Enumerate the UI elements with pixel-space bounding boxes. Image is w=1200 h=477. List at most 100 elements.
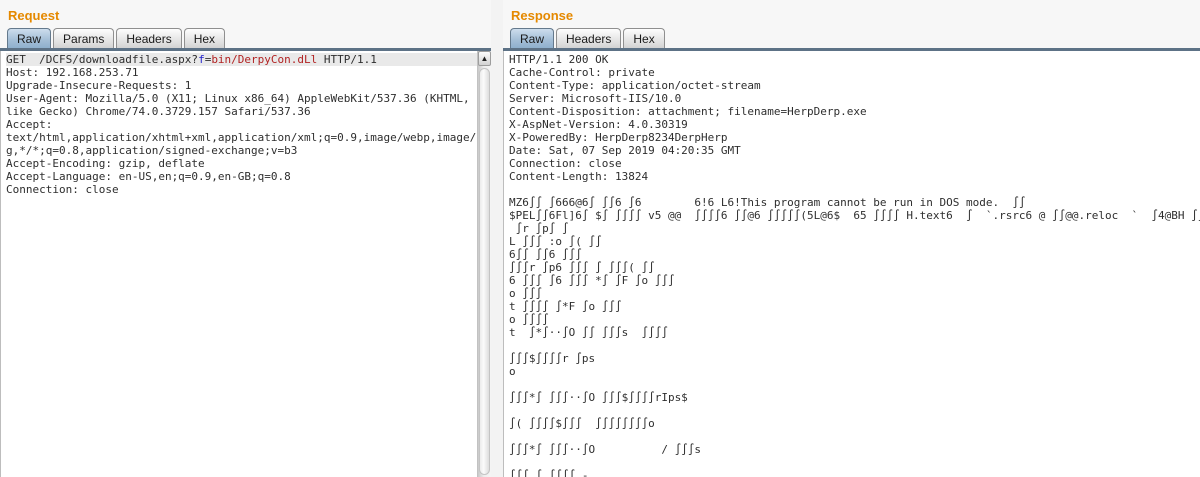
response-raw-text[interactable]: HTTP/1.1 200 OKCache-Control: privateCon…: [503, 51, 1200, 477]
text-segment: X-PoweredBy: HerpDerp8234DerpHerp: [509, 131, 728, 144]
text-segment: Host: 192.168.253.71: [6, 66, 138, 79]
text-line: Date: Sat, 07 Sep 2019 04:20:35 GMT: [509, 144, 1200, 157]
http-message-viewer: Request RawParamsHeadersHex GET /DCFS/do…: [0, 0, 1200, 477]
text-line: Content-Length: 13824: [509, 170, 1200, 183]
text-line: [509, 404, 1200, 417]
text-line: HTTP/1.1 200 OK: [509, 53, 1200, 66]
text-segment: o ∫∫∫∫: [509, 313, 549, 326]
text-line: [509, 456, 1200, 469]
text-line: GET /DCFS/downloadfile.aspx?f=bin/DerpyC…: [6, 53, 477, 66]
text-segment: GET /DCFS/downloadfile.aspx?: [6, 53, 198, 66]
text-segment: HTTP/1.1: [317, 53, 377, 66]
text-line: ∫∫∫r ∫p6 ∫∫∫ ∫ ∫∫∫( ∫∫: [509, 261, 1200, 274]
text-segment: ∫( ∫∫∫∫$∫∫∫ ∫∫∫∫∫∫∫∫o: [509, 417, 655, 430]
tab-hex[interactable]: Hex: [184, 28, 225, 48]
response-editor-row: HTTP/1.1 200 OKCache-Control: privateCon…: [503, 51, 1200, 477]
text-line: Connection: close: [509, 157, 1200, 170]
request-tabbar: RawParamsHeadersHex: [0, 26, 491, 48]
response-panel-title: Response: [503, 0, 1200, 26]
text-segment: o: [509, 365, 516, 378]
text-segment: Content-Type: application/octet-stream: [509, 79, 761, 92]
text-line: $PEL∫∫6Fl]6∫ $∫ ∫∫∫∫ v5 @@ ∫∫∫∫6 ∫∫@6 ∫∫…: [509, 209, 1200, 222]
text-segment: 6 ∫∫∫ ∫6 ∫∫∫ *∫ ∫F ∫o ∫∫∫: [509, 274, 675, 287]
text-line: text/html,application/xhtml+xml,applicat…: [6, 131, 477, 144]
text-segment: L ∫∫∫ :o ∫( ∫∫: [509, 235, 602, 248]
text-line: X-AspNet-Version: 4.0.30319: [509, 118, 1200, 131]
request-editor-row: GET /DCFS/downloadfile.aspx?f=bin/DerpyC…: [0, 51, 491, 477]
text-segment: Server: Microsoft-IIS/10.0: [509, 92, 681, 105]
text-segment: t ∫*∫··∫O ∫∫ ∫∫∫s ∫∫∫∫: [509, 326, 668, 339]
tab-params[interactable]: Params: [53, 28, 114, 48]
scrollbar-thumb[interactable]: [479, 68, 490, 475]
text-line: Accept:: [6, 118, 477, 131]
text-line: [509, 378, 1200, 391]
tab-raw[interactable]: Raw: [7, 28, 51, 48]
text-line: ∫∫∫*∫ ∫∫∫··∫O / ∫∫∫s: [509, 443, 1200, 456]
request-raw-text[interactable]: GET /DCFS/downloadfile.aspx?f=bin/DerpyC…: [0, 51, 477, 477]
text-line: Upgrade-Insecure-Requests: 1: [6, 79, 477, 92]
text-segment: Content-Disposition: attachment; filenam…: [509, 105, 867, 118]
text-line: like Gecko) Chrome/74.0.3729.157 Safari/…: [6, 105, 477, 118]
text-segment: Cache-Control: private: [509, 66, 655, 79]
text-segment: HTTP/1.1 200 OK: [509, 53, 608, 66]
text-segment: ∫r ∫p∫ ∫: [509, 222, 569, 235]
text-line: ∫∫∫*∫ ∫∫∫··∫O ∫∫∫$∫∫∫∫rIps$: [509, 391, 1200, 404]
tab-headers[interactable]: Headers: [116, 28, 181, 48]
text-line: Host: 192.168.253.71: [6, 66, 477, 79]
text-segment: ∫∫∫$∫∫∫∫r ∫ps: [509, 352, 595, 365]
text-segment: ∫∫∫*∫ ∫∫∫··∫O / ∫∫∫s: [509, 443, 701, 456]
text-segment: text/html,application/xhtml+xml,applicat…: [6, 131, 477, 144]
scroll-up-button[interactable]: ▲: [478, 51, 491, 66]
text-line: User-Agent: Mozilla/5.0 (X11; Linux x86_…: [6, 92, 477, 105]
text-line: 6 ∫∫∫ ∫6 ∫∫∫ *∫ ∫F ∫o ∫∫∫: [509, 274, 1200, 287]
text-line: o ∫∫∫: [509, 287, 1200, 300]
text-line: [509, 430, 1200, 443]
text-segment: Content-Length: 13824: [509, 170, 648, 183]
text-segment: User-Agent: Mozilla/5.0 (X11; Linux x86_…: [6, 92, 470, 105]
up-arrow-icon: ▲: [481, 54, 489, 63]
scrollbar-track[interactable]: [478, 66, 491, 477]
text-line: Accept-Encoding: gzip, deflate: [6, 157, 477, 170]
text-segment: t ∫∫∫∫ ∫*F ∫o ∫∫∫: [509, 300, 622, 313]
text-segment: Accept-Language: en-US,en;q=0.9,en-GB;q=…: [6, 170, 291, 183]
request-panel-title: Request: [0, 0, 491, 26]
text-line: o ∫∫∫∫: [509, 313, 1200, 326]
text-line: Content-Type: application/octet-stream: [509, 79, 1200, 92]
panel-divider: [491, 0, 503, 477]
text-line: o: [509, 365, 1200, 378]
text-segment: ∫∫∫ ∫ ∫∫∫∫ -: [509, 469, 588, 477]
text-segment: $PEL∫∫6Fl]6∫ $∫ ∫∫∫∫ v5 @@ ∫∫∫∫6 ∫∫@6 ∫∫…: [509, 209, 1200, 222]
request-scrollbar[interactable]: ▲: [477, 51, 491, 477]
text-line: 6∫∫ ∫∫6 ∫∫∫: [509, 248, 1200, 261]
param-value-text: bin/DerpyCon.dLl: [211, 53, 317, 66]
text-line: ∫r ∫p∫ ∫: [509, 222, 1200, 235]
tab-raw[interactable]: Raw: [510, 28, 554, 48]
tab-headers[interactable]: Headers: [556, 28, 621, 48]
text-line: [509, 339, 1200, 352]
text-line: Content-Disposition: attachment; filenam…: [509, 105, 1200, 118]
tab-hex[interactable]: Hex: [623, 28, 664, 48]
text-segment: Connection: close: [6, 183, 119, 196]
text-segment: ∫∫∫*∫ ∫∫∫··∫O ∫∫∫$∫∫∫∫rIps$: [509, 391, 688, 404]
text-line: Cache-Control: private: [509, 66, 1200, 79]
text-line: X-PoweredBy: HerpDerp8234DerpHerp: [509, 131, 1200, 144]
text-segment: Date: Sat, 07 Sep 2019 04:20:35 GMT: [509, 144, 741, 157]
text-line: [509, 183, 1200, 196]
response-tabbar: RawHeadersHex: [503, 26, 1200, 48]
text-line: L ∫∫∫ :o ∫( ∫∫: [509, 235, 1200, 248]
text-segment: o ∫∫∫: [509, 287, 542, 300]
text-segment: Accept-Encoding: gzip, deflate: [6, 157, 205, 170]
text-line: Connection: close: [6, 183, 477, 196]
text-line: ∫∫∫ ∫ ∫∫∫∫ -: [509, 469, 1200, 477]
text-segment: Upgrade-Insecure-Requests: 1: [6, 79, 191, 92]
text-segment: X-AspNet-Version: 4.0.30319: [509, 118, 688, 131]
text-segment: Connection: close: [509, 157, 622, 170]
param-name-text: f: [198, 53, 205, 66]
text-segment: g,*/*;q=0.8,application/signed-exchange;…: [6, 144, 297, 157]
text-segment: ∫∫∫r ∫p6 ∫∫∫ ∫ ∫∫∫( ∫∫: [509, 261, 655, 274]
text-line: t ∫∫∫∫ ∫*F ∫o ∫∫∫: [509, 300, 1200, 313]
text-line: MZ6∫∫ ∫666@6∫ ∫∫6 ∫6 6!6 L6!This program…: [509, 196, 1200, 209]
text-line: ∫( ∫∫∫∫$∫∫∫ ∫∫∫∫∫∫∫∫o: [509, 417, 1200, 430]
text-line: Server: Microsoft-IIS/10.0: [509, 92, 1200, 105]
text-line: ∫∫∫$∫∫∫∫r ∫ps: [509, 352, 1200, 365]
